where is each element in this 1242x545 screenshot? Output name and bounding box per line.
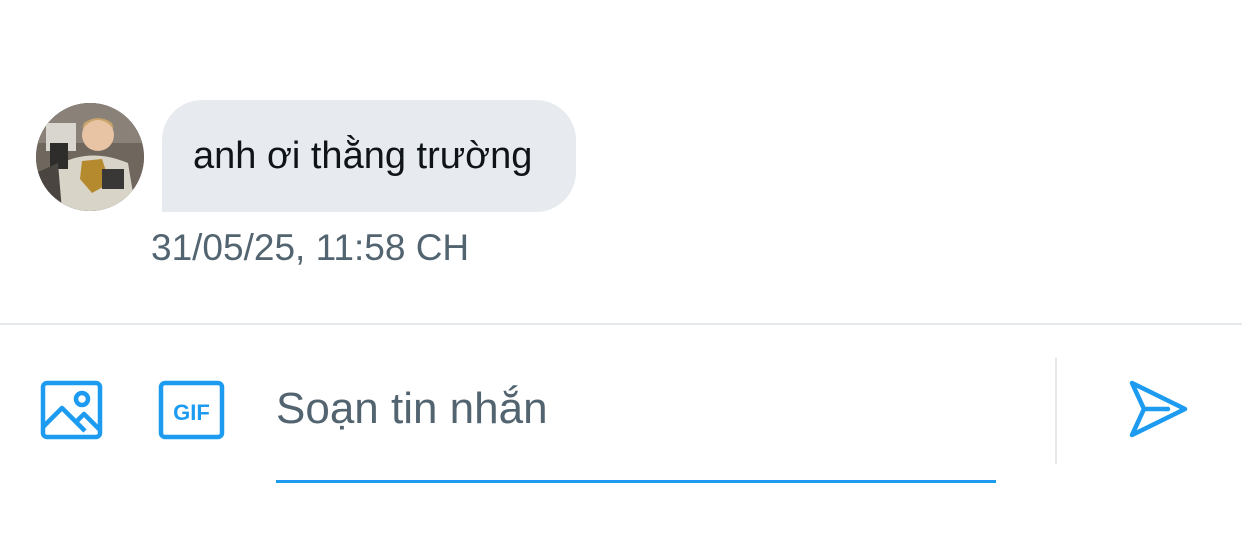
message-thread: anh ơi thằng trường 31/05/25, 11:58 CH (0, 0, 1242, 323)
add-gif-button[interactable]: GIF (158, 378, 226, 442)
avatar-photo (36, 103, 144, 211)
gif-icon: GIF (158, 380, 225, 440)
message-composer: GIF (0, 325, 1242, 545)
add-image-button[interactable] (40, 378, 104, 442)
message-bubble[interactable]: anh ơi thằng trường (162, 100, 577, 212)
gif-label: GIF (173, 400, 210, 425)
message-input[interactable] (276, 379, 996, 439)
message-timestamp: 31/05/25, 11:58 CH (151, 227, 470, 268)
send-icon (1129, 380, 1188, 438)
send-button[interactable] (1126, 377, 1190, 441)
avatar[interactable] (36, 103, 144, 211)
message-input-wrapper (276, 365, 996, 483)
composer-separator (1055, 358, 1057, 464)
message-text: anh ơi thằng trường (193, 134, 533, 177)
image-icon (40, 380, 103, 440)
